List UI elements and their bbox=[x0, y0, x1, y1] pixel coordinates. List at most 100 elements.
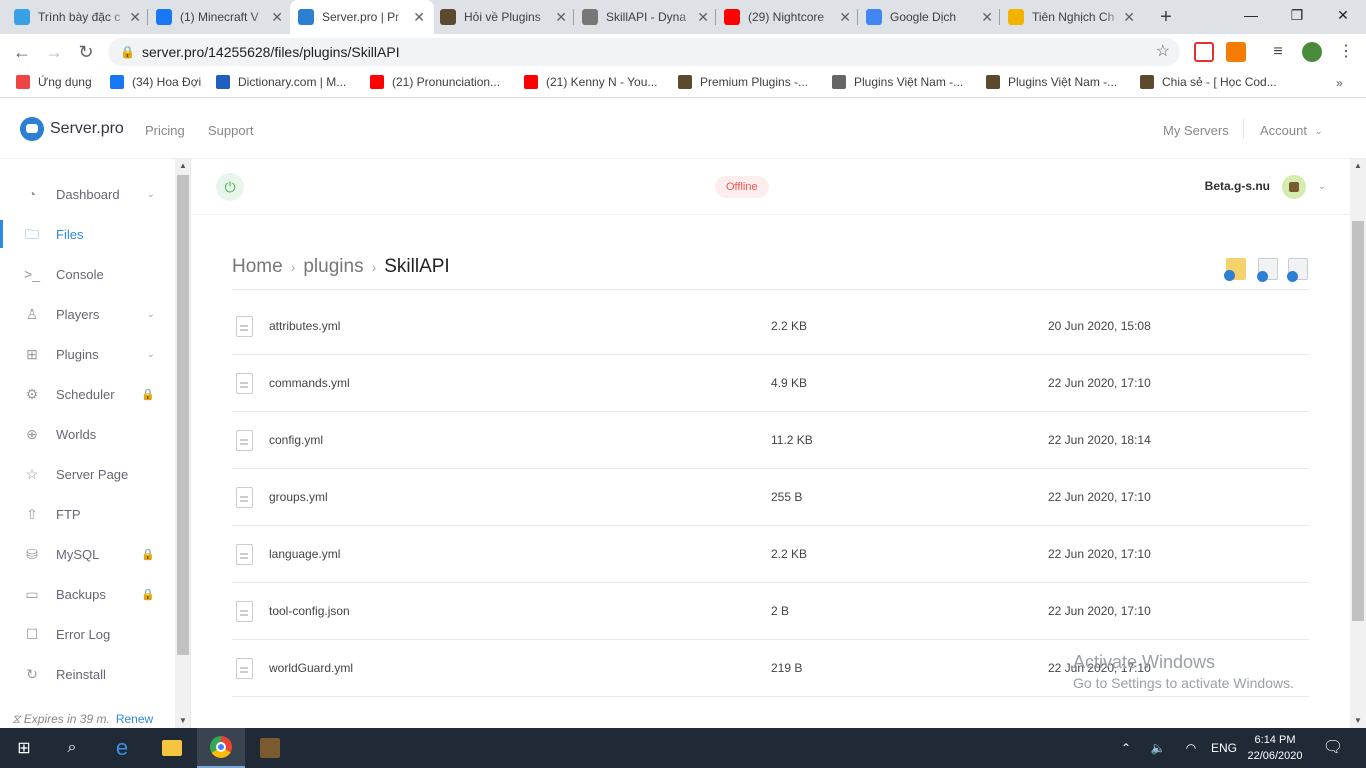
serverpro-logo[interactable]: Server.pro bbox=[20, 117, 124, 141]
file-name[interactable]: worldGuard.yml bbox=[269, 661, 353, 675]
tab-5[interactable]: (29) Nightcore ✕ bbox=[716, 0, 860, 34]
server-avatar[interactable] bbox=[1282, 175, 1306, 199]
sidebar-item-players[interactable]: ♙ Players ⌄ bbox=[0, 294, 175, 334]
breadcrumb-plugins[interactable]: plugins bbox=[303, 256, 363, 278]
breadcrumb-home[interactable]: Home bbox=[232, 256, 283, 278]
sidebar-scrollbar[interactable]: ▲ ▼ bbox=[175, 159, 191, 728]
bookmarks-overflow-icon[interactable]: » bbox=[1336, 76, 1343, 90]
file-row[interactable]: commands.yml 4.9 KB 22 Jun 2020, 17:10 bbox=[232, 355, 1309, 412]
edge-browser-icon[interactable]: e bbox=[98, 728, 146, 768]
tab-1[interactable]: (1) Minecraft V ✕ bbox=[148, 0, 292, 34]
sidebar-item-server-page[interactable]: ☆ Server Page bbox=[0, 454, 175, 494]
volume-icon[interactable]: 🔈 bbox=[1148, 728, 1168, 768]
bookmark-item[interactable]: Dictionary.com | M... bbox=[216, 75, 346, 89]
scrollbar-thumb[interactable] bbox=[1352, 221, 1364, 621]
file-name[interactable]: attributes.yml bbox=[269, 319, 340, 333]
notifications-icon[interactable]: 🗨 bbox=[1320, 728, 1346, 768]
file-explorer-icon[interactable] bbox=[148, 728, 196, 768]
bookmark-item[interactable]: Plugins Việt Nam -... bbox=[986, 75, 1117, 89]
file-name[interactable]: groups.yml bbox=[269, 490, 328, 504]
nav-pricing-link[interactable]: Pricing bbox=[145, 123, 185, 138]
close-tab-icon[interactable]: ✕ bbox=[1122, 9, 1136, 26]
file-row[interactable]: config.yml 11.2 KB 22 Jun 2020, 18:14 bbox=[232, 412, 1309, 469]
scroll-down-arrow-icon[interactable]: ▼ bbox=[175, 714, 191, 728]
minimize-button[interactable]: — bbox=[1228, 0, 1274, 30]
close-tab-icon[interactable]: ✕ bbox=[696, 9, 710, 26]
new-tab-button[interactable]: + bbox=[1154, 5, 1178, 29]
bookmark-item[interactable]: Ứng dụng bbox=[16, 75, 92, 89]
page-scrollbar[interactable]: ▲ ▼ bbox=[1350, 159, 1366, 728]
file-name[interactable]: config.yml bbox=[269, 433, 323, 447]
bookmark-item[interactable]: (34) Hoa Đợi bbox=[110, 75, 201, 89]
server-name[interactable]: Beta.g-s.nu bbox=[1205, 179, 1270, 193]
nav-account-link[interactable]: Account bbox=[1260, 123, 1307, 138]
tray-expand-icon[interactable]: ⌃ bbox=[1116, 728, 1136, 768]
scroll-down-arrow-icon[interactable]: ▼ bbox=[1350, 714, 1366, 728]
extension-shopping-icon[interactable] bbox=[1226, 42, 1246, 62]
sidebar-item-scheduler[interactable]: ⚙ Scheduler 🔒 bbox=[0, 374, 175, 414]
windows-start-icon[interactable]: ⊞ bbox=[0, 728, 48, 768]
reload-button[interactable]: ↻ bbox=[74, 40, 98, 64]
sidebar-item-plugins[interactable]: ⊞ Plugins ⌄ bbox=[0, 334, 175, 374]
close-tab-icon[interactable]: ✕ bbox=[980, 9, 994, 26]
tab-0[interactable]: Trình bày đặc c ✕ bbox=[6, 0, 150, 34]
extension-pocket-icon[interactable] bbox=[1194, 42, 1214, 62]
address-bar[interactable]: 🔒 server.pro/14255628/files/plugins/Skil… bbox=[108, 38, 1180, 66]
renew-link[interactable]: Renew bbox=[116, 712, 153, 726]
scroll-up-arrow-icon[interactable]: ▲ bbox=[1350, 159, 1366, 173]
tab-4[interactable]: SkillAPI - Dyna ✕ bbox=[574, 0, 718, 34]
tab-3[interactable]: Hỏi về Plugins ✕ bbox=[432, 0, 576, 34]
maximize-button[interactable]: ❐ bbox=[1274, 0, 1320, 30]
file-row[interactable]: tool-config.json 2 B 22 Jun 2020, 17:10 bbox=[232, 583, 1309, 640]
sidebar-item-dashboard[interactable]: ◔ Dashboard ⌄ bbox=[0, 174, 175, 214]
bookmark-item[interactable]: Premium Plugins -... bbox=[678, 75, 808, 89]
bookmark-item[interactable]: Plugins Việt Nam -... bbox=[832, 75, 963, 89]
new-file-icon[interactable] bbox=[1287, 258, 1308, 282]
file-row[interactable]: attributes.yml 2.2 KB 20 Jun 2020, 15:08 bbox=[232, 298, 1309, 355]
file-name[interactable]: commands.yml bbox=[269, 376, 350, 390]
nav-support-link[interactable]: Support bbox=[208, 123, 254, 138]
sidebar-item-backups[interactable]: ▭ Backups 🔒 bbox=[0, 574, 175, 614]
network-icon[interactable]: ◠ bbox=[1180, 728, 1202, 768]
close-window-button[interactable]: ✕ bbox=[1320, 0, 1366, 30]
sidebar-item-files[interactable]: 🗀 Files bbox=[0, 214, 175, 254]
close-tab-icon[interactable]: ✕ bbox=[838, 9, 852, 26]
chevron-down-icon[interactable]: ⌄ bbox=[1318, 181, 1326, 192]
media-control-icon[interactable]: ≡ bbox=[1268, 42, 1288, 62]
upload-file-icon[interactable] bbox=[1257, 258, 1278, 282]
language-indicator[interactable]: ENG bbox=[1208, 728, 1240, 768]
bookmark-star-icon[interactable]: ☆ bbox=[1156, 38, 1170, 66]
close-tab-icon[interactable]: ✕ bbox=[270, 9, 284, 26]
sidebar-item-worlds[interactable]: ⊕ Worlds bbox=[0, 414, 175, 454]
sidebar-item-mysql[interactable]: ⛁ MySQL 🔒 bbox=[0, 534, 175, 574]
profile-avatar[interactable] bbox=[1302, 42, 1322, 62]
file-row[interactable]: groups.yml 255 B 22 Jun 2020, 17:10 bbox=[232, 469, 1309, 526]
bookmark-item[interactable]: Chia sẻ - [ Học Cod... bbox=[1140, 75, 1277, 89]
sidebar-item-error-log[interactable]: ☐ Error Log bbox=[0, 614, 175, 654]
close-tab-icon[interactable]: ✕ bbox=[412, 9, 426, 26]
minecraft-launcher-icon[interactable] bbox=[246, 728, 294, 768]
search-icon[interactable]: ⌕ bbox=[48, 728, 96, 768]
file-row[interactable]: language.yml 2.2 KB 22 Jun 2020, 17:10 bbox=[232, 526, 1309, 583]
scrollbar-thumb[interactable] bbox=[177, 175, 189, 655]
back-button[interactable]: ← bbox=[10, 40, 34, 64]
close-tab-icon[interactable]: ✕ bbox=[128, 9, 142, 26]
sidebar-item-console[interactable]: >_ Console bbox=[0, 254, 175, 294]
file-name[interactable]: language.yml bbox=[269, 547, 340, 561]
bookmark-item[interactable]: (21) Kenny N - You... bbox=[524, 75, 657, 89]
browser-menu-icon[interactable]: ⋮ bbox=[1336, 42, 1356, 62]
scroll-up-arrow-icon[interactable]: ▲ bbox=[175, 159, 191, 173]
sidebar-item-reinstall[interactable]: ↻ Reinstall bbox=[0, 654, 175, 694]
sidebar-item-ftp[interactable]: ⇧ FTP bbox=[0, 494, 175, 534]
new-folder-icon[interactable] bbox=[1224, 258, 1246, 281]
close-tab-icon[interactable]: ✕ bbox=[554, 9, 568, 26]
chrome-icon[interactable] bbox=[197, 728, 245, 768]
tab-2[interactable]: Server.pro | Pr ✕ bbox=[290, 0, 434, 34]
tab-7[interactable]: Tiên Nghịch Ch ✕ bbox=[1000, 0, 1144, 34]
forward-button[interactable]: → bbox=[42, 40, 66, 64]
power-button[interactable]: ⏻ bbox=[216, 173, 244, 201]
system-clock[interactable]: 6:14 PM 22/06/2020 bbox=[1240, 732, 1310, 764]
nav-my-servers-link[interactable]: My Servers bbox=[1163, 123, 1229, 138]
tab-6[interactable]: Google Dịch ✕ bbox=[858, 0, 1002, 34]
file-name[interactable]: tool-config.json bbox=[269, 604, 350, 618]
